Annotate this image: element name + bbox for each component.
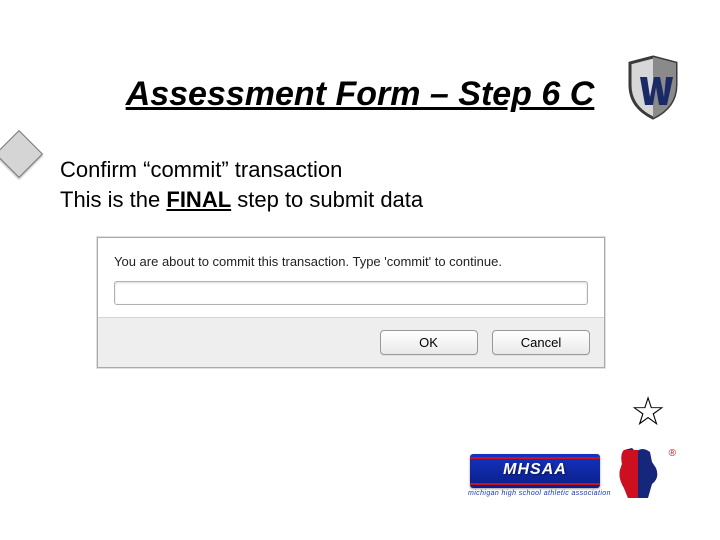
registered-mark: ® [669, 448, 676, 459]
confirm-dialog: You are about to commit this transaction… [97, 237, 605, 368]
shield-logo-icon [626, 55, 680, 121]
cancel-button[interactable]: Cancel [492, 330, 590, 355]
bullet-diamond [0, 130, 41, 176]
final-emphasis: FINAL [166, 187, 231, 212]
body-text: Confirm “commit” transaction This is the… [60, 155, 423, 215]
star-icon: ☆ [630, 392, 666, 432]
dialog-button-bar: OK Cancel [98, 317, 604, 367]
dialog-message: You are about to commit this transaction… [114, 254, 588, 269]
ok-button[interactable]: OK [380, 330, 478, 355]
mhsaa-logo: MHSAA michigan high school athletic asso… [470, 444, 680, 510]
mhsaa-text: MHSAA [470, 461, 600, 479]
body-line-1: Confirm “commit” transaction [60, 155, 423, 185]
mhsaa-tagline: michigan high school athletic associatio… [468, 490, 611, 497]
page-title: Assessment Form – Step 6 C [0, 75, 720, 114]
page-title-text: Assessment Form – Step 6 C [126, 75, 595, 113]
slide: Assessment Form – Step 6 C Confirm “comm… [0, 0, 720, 540]
michigan-icon [614, 444, 662, 504]
commit-input[interactable] [114, 281, 588, 305]
body-line-2: This is the FINAL step to submit data [60, 185, 423, 215]
